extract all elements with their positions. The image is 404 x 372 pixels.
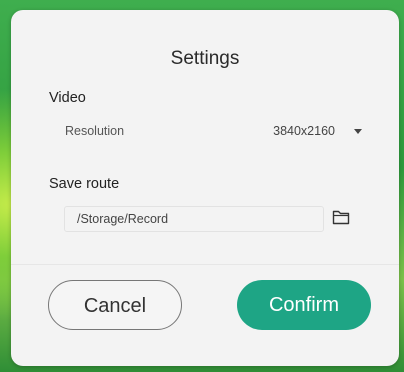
confirm-button[interactable]: Confirm xyxy=(237,280,371,330)
save-route-field[interactable] xyxy=(64,206,324,232)
settings-dialog: Settings Video Resolution 3840x2160 Save… xyxy=(11,10,399,366)
folder-icon[interactable] xyxy=(332,209,350,225)
cancel-button[interactable]: Cancel xyxy=(48,280,182,330)
resolution-value[interactable]: 3840x2160 xyxy=(273,124,335,138)
chevron-down-icon[interactable] xyxy=(354,129,362,134)
dialog-title: Settings xyxy=(170,48,240,69)
divider xyxy=(11,264,399,265)
resolution-label: Resolution xyxy=(65,124,125,138)
resolution-dropdown[interactable]: Resolution 3840x2160 xyxy=(65,120,365,142)
save-route-section-label: Save route xyxy=(49,176,120,192)
save-route-input[interactable] xyxy=(65,207,313,231)
video-section-label: Video xyxy=(49,90,86,106)
